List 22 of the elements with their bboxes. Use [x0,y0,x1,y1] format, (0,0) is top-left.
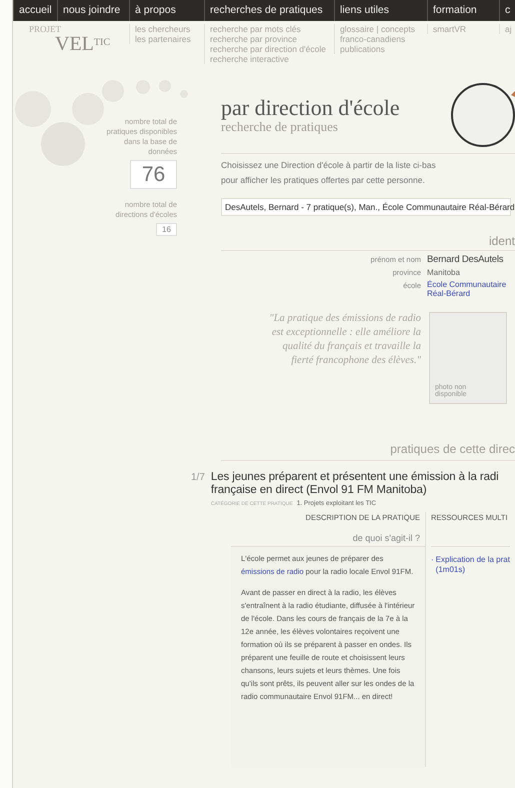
quote-text: "La pratique des émissions de radio est exceptionnelle : elle améliore la qualité du français et travaille la fierté francophone des élèves." [268,312,421,368]
nav-tab[interactable]: recherches de pratiques [204,0,334,21]
practice-index: 1/7 [191,471,205,485]
nav-tab[interactable]: nous joindre [57,0,129,21]
section-heading: ident [488,234,515,248]
intro-text: Choisissez une Direction d'école à partir de la liste ci-bas pour afficher les pratiques offertes par cette personne. [221,159,437,187]
field-value: Bernard DesAutels [427,254,504,266]
nav-tab[interactable]: formation [427,0,499,21]
nav-tab[interactable]: accueil [13,0,57,21]
field-value: Manitoba [427,267,460,279]
nav-tab[interactable]: liens utiles [334,0,427,21]
nav-tab[interactable]: c [499,0,515,21]
practice-title: française en direct (Envol 91 FM Manitoba) [210,484,428,497]
stat-value: 76 [130,160,177,189]
practice-title: Les jeunes préparent et présentent une émission à la radi [210,471,499,484]
section-heading: pratiques de cette direc [390,442,515,456]
nav-tab[interactable]: à propos [129,0,204,21]
school-link[interactable]: École Communautaire Réal-Bérard [427,280,509,298]
stat-value: 16 [156,223,177,236]
page-subtitle: recherche de pratiques [221,119,339,134]
resource-link[interactable]: · Explication de la prat (1m01s) [431,555,510,575]
page-title: par direction d'école [221,97,400,119]
